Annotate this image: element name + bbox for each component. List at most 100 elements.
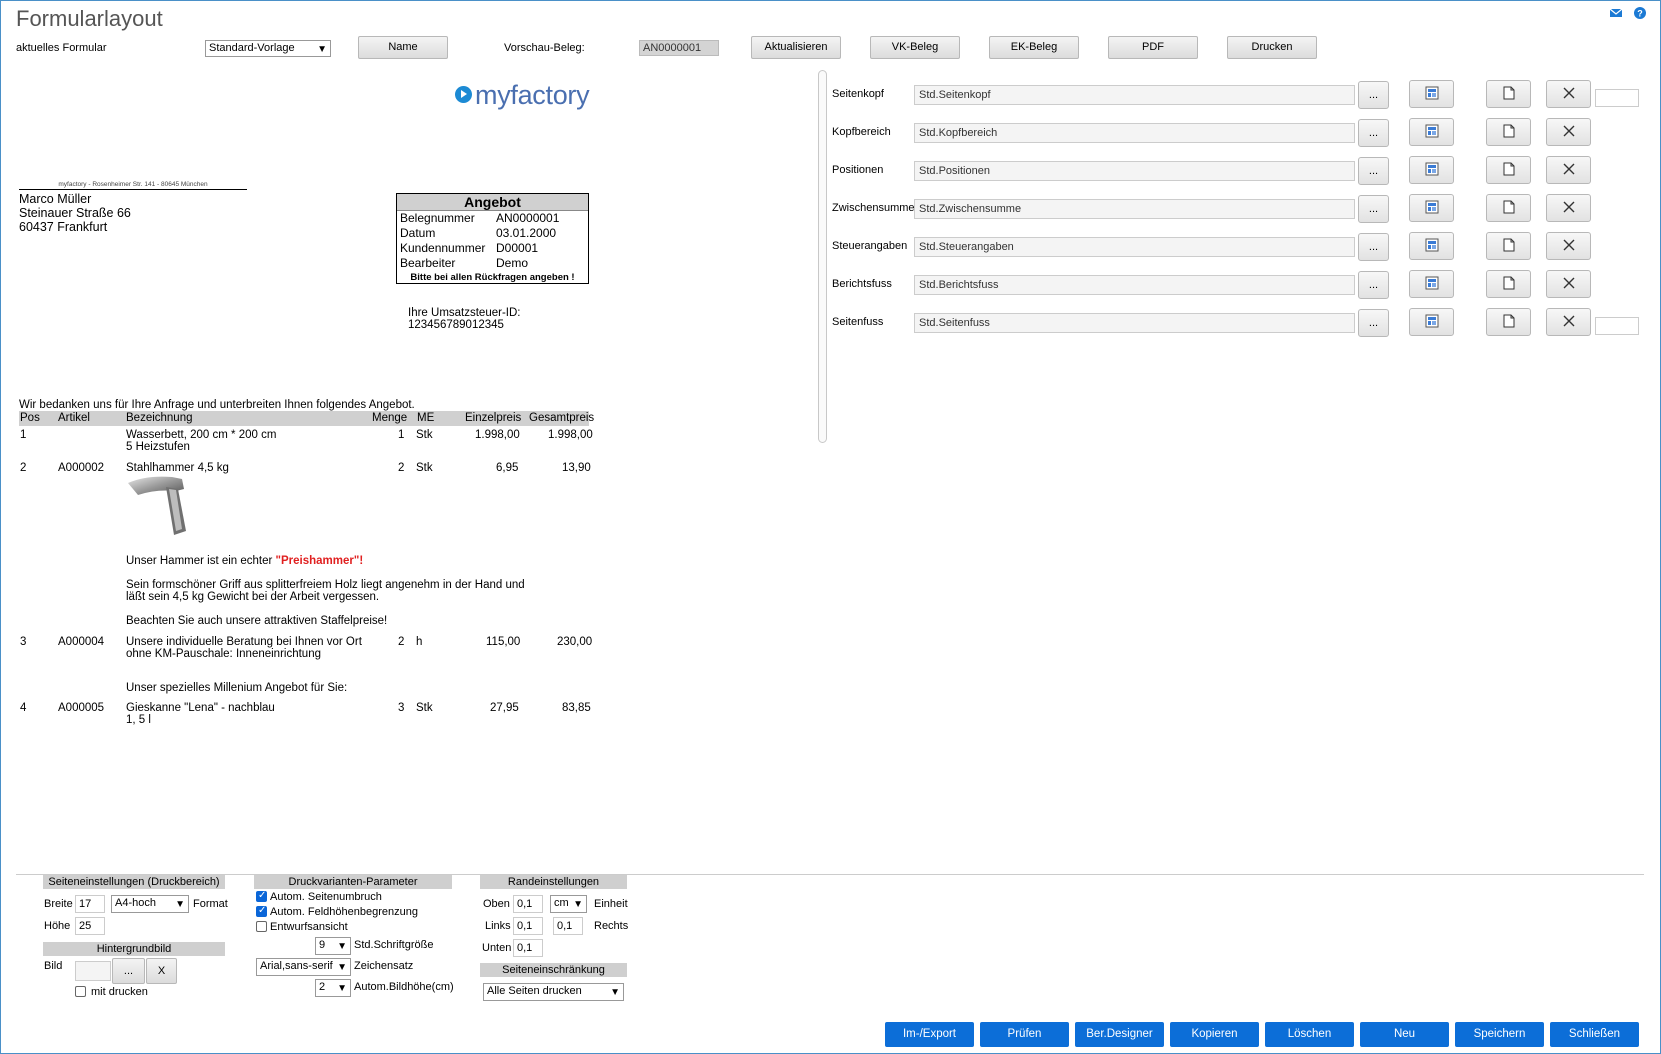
mail-icon[interactable] [1609, 6, 1623, 20]
image-clear-button[interactable]: X [146, 958, 177, 984]
section-browse-button[interactable]: ... [1358, 233, 1389, 261]
section-template-input[interactable]: Std.Berichtsfuss [914, 275, 1355, 295]
ek-beleg-button[interactable]: EK-Beleg [989, 36, 1079, 59]
current-form-label: aktuelles Formular [16, 42, 107, 54]
print-button[interactable]: Drucken [1227, 36, 1317, 59]
name-button[interactable]: Name [358, 36, 448, 59]
position-unit-price: 27,95 [490, 702, 519, 714]
section-browse-button[interactable]: ... [1358, 271, 1389, 299]
recipient-address: Marco Müller Steinauer Straße 66 60437 F… [19, 192, 131, 234]
section-browse-button[interactable]: ... [1358, 81, 1389, 109]
layout-edit-icon [1425, 200, 1439, 217]
position-description-2: 5 Heizstufen [126, 441, 190, 453]
print-with-checkbox[interactable] [75, 986, 86, 997]
image-field[interactable] [75, 961, 111, 981]
section-extra-field[interactable] [1595, 317, 1639, 335]
save-button[interactable]: Speichern [1455, 1022, 1544, 1047]
position-total: 230,00 [557, 636, 593, 648]
chevron-down-icon: ▼ [337, 983, 347, 994]
panel-splitter[interactable] [818, 70, 827, 443]
page-restriction-select[interactable]: Alle Seiten drucken ▼ [483, 983, 624, 1001]
section-template-input[interactable]: Std.Kopfbereich [914, 123, 1355, 143]
section-template-input[interactable]: Std.Positionen [914, 161, 1355, 181]
section-label: Positionen [832, 164, 884, 176]
section-remove-button[interactable] [1546, 156, 1591, 184]
section-browse-button[interactable]: ... [1358, 195, 1389, 223]
form-select[interactable]: Standard-Vorlage ▼ [205, 40, 331, 57]
auto-fieldheight-checkbox[interactable] [256, 905, 267, 917]
section-remove-button[interactable] [1546, 308, 1591, 336]
close-button[interactable]: Schließen [1550, 1022, 1639, 1047]
section-new-button[interactable] [1486, 194, 1531, 222]
close-icon [1563, 201, 1575, 216]
preview-document-field[interactable]: AN0000001 [639, 40, 719, 56]
section-edit-button[interactable] [1409, 308, 1454, 336]
position-total: 83,85 [562, 702, 591, 714]
image-browse-button[interactable]: ... [112, 958, 145, 984]
section-template-input[interactable]: Std.Seitenfuss [914, 313, 1355, 333]
info-value: 03.01.2000 [496, 226, 557, 240]
pdf-button[interactable]: PDF [1108, 36, 1198, 59]
bottom-margin-input[interactable]: 0,1 [513, 939, 543, 957]
section-edit-button[interactable] [1409, 194, 1454, 222]
section-edit-button[interactable] [1409, 270, 1454, 298]
document-icon [1503, 276, 1515, 293]
vk-beleg-button[interactable]: VK-Beleg [870, 36, 960, 59]
section-extra-field[interactable] [1595, 89, 1639, 107]
close-icon [1563, 315, 1575, 330]
width-input[interactable]: 17 [75, 895, 105, 913]
section-new-button[interactable] [1486, 232, 1531, 260]
draft-view-checkbox[interactable] [256, 921, 267, 932]
section-edit-button[interactable] [1409, 232, 1454, 260]
column-header: Menge [372, 412, 408, 424]
section-edit-button[interactable] [1409, 156, 1454, 184]
section-edit-button[interactable] [1409, 118, 1454, 146]
section-template-input[interactable]: Std.Steuerangaben [914, 237, 1355, 257]
copy-button[interactable]: Kopieren [1170, 1022, 1259, 1047]
millenium-text: Unser spezielles Millenium Angebot für S… [126, 682, 348, 694]
left-margin-input[interactable]: 0,1 [513, 917, 543, 935]
section-browse-button[interactable]: ... [1358, 309, 1389, 337]
fontsize-select[interactable]: 9 ▼ [315, 937, 351, 955]
report-designer-button[interactable]: Ber.Designer [1075, 1022, 1164, 1047]
format-select[interactable]: A4-hoch ▼ [111, 895, 189, 913]
unit-select[interactable]: cm ▼ [550, 895, 587, 913]
section-new-button[interactable] [1486, 156, 1531, 184]
right-margin-input[interactable]: 0,1 [553, 917, 583, 935]
height-input[interactable]: 25 [75, 917, 105, 935]
section-new-button[interactable] [1486, 118, 1531, 146]
unit-value: cm [554, 897, 569, 909]
section-remove-button[interactable] [1546, 270, 1591, 298]
auto-pagebreak-checkbox[interactable] [256, 890, 267, 902]
vat-id-block: Ihre Umsatzsteuer-ID: 123456789012345 [408, 307, 520, 331]
position-description: Unsere individuelle Beratung bei Ihnen v… [126, 636, 362, 648]
refresh-button[interactable]: Aktualisieren [751, 36, 841, 59]
image-height-select[interactable]: 2 ▼ [315, 979, 351, 997]
top-margin-input[interactable]: 0,1 [513, 895, 543, 913]
chevron-down-icon: ▼ [337, 941, 347, 952]
section-new-button[interactable] [1486, 270, 1531, 298]
section-browse-button[interactable]: ... [1358, 157, 1389, 185]
section-template-input[interactable]: Std.Seitenkopf [914, 85, 1355, 105]
delete-button[interactable]: Löschen [1265, 1022, 1354, 1047]
section-browse-button[interactable]: ... [1358, 119, 1389, 147]
section-remove-button[interactable] [1546, 232, 1591, 260]
section-edit-button[interactable] [1409, 80, 1454, 108]
check-button[interactable]: Prüfen [980, 1022, 1069, 1047]
section-template-input[interactable]: Std.Zwischensumme [914, 199, 1355, 219]
import-export-button[interactable]: Im-/Export [885, 1022, 974, 1047]
right-margin-label: Rechts [594, 920, 629, 932]
position-unit-price: 6,95 [496, 462, 519, 474]
section-remove-button[interactable] [1546, 118, 1591, 146]
section-remove-button[interactable] [1546, 194, 1591, 222]
section-new-button[interactable] [1486, 80, 1531, 108]
hammer-image [126, 473, 190, 537]
position-unit: Stk [416, 702, 433, 714]
font-select[interactable]: Arial,sans-serif ▼ [256, 958, 351, 976]
new-button[interactable]: Neu [1360, 1022, 1449, 1047]
section-new-button[interactable] [1486, 308, 1531, 336]
help-icon[interactable]: ? [1633, 6, 1647, 20]
section-remove-button[interactable] [1546, 80, 1591, 108]
position-total: 13,90 [562, 462, 591, 474]
image-height-label: Autom.Bildhöhe(cm) [354, 981, 454, 993]
